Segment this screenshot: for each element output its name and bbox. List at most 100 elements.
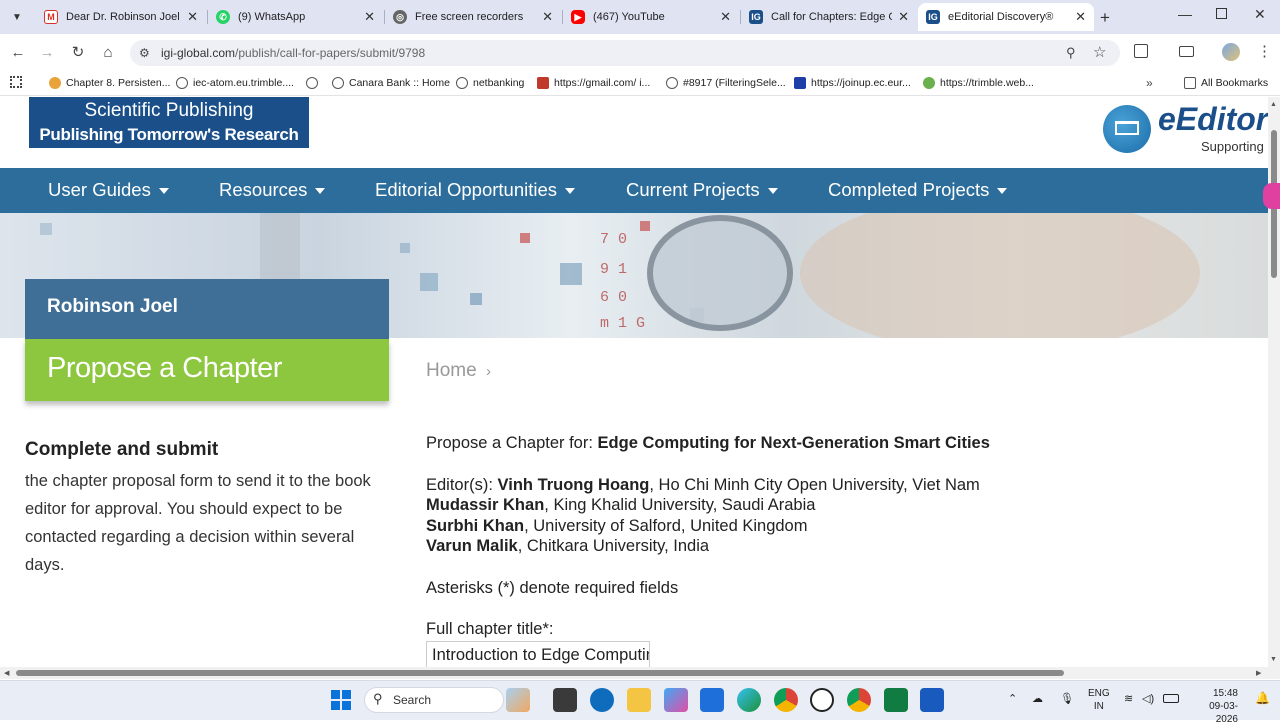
- clock[interactable]: 15:48 09-03-2026: [1192, 687, 1238, 726]
- bookmark-item[interactable]: https://joinup.ec.eur...: [794, 77, 911, 89]
- zoom-icon[interactable]: ⚲: [1066, 45, 1076, 61]
- chrome-profile-icon[interactable]: [847, 688, 871, 712]
- scroll-left-arrow-icon[interactable]: ◀: [4, 669, 9, 677]
- apps-grid-icon[interactable]: [10, 76, 22, 88]
- cast-icon[interactable]: [1179, 46, 1194, 57]
- dell-icon[interactable]: [810, 688, 834, 712]
- notification-bell-icon[interactable]: 🔔: [1255, 691, 1270, 705]
- chevron-up-icon[interactable]: ⌃: [1008, 692, 1017, 705]
- file-manager-icon[interactable]: [553, 688, 577, 712]
- scroll-up-arrow-icon[interactable]: ▲: [1270, 101, 1277, 108]
- bookmark-item[interactable]: Canara Bank :: Home: [332, 77, 450, 89]
- battery-icon[interactable]: [1163, 694, 1179, 703]
- home-button[interactable]: ⌂: [96, 40, 120, 64]
- close-icon[interactable]: ✕: [898, 9, 909, 25]
- scroll-down-arrow-icon[interactable]: ▼: [1270, 656, 1277, 663]
- all-bookmarks-button[interactable]: All Bookmarks: [1184, 77, 1268, 89]
- chrome-icon[interactable]: [774, 688, 798, 712]
- profile-avatar[interactable]: [1222, 43, 1240, 61]
- outlook-icon[interactable]: [590, 688, 614, 712]
- bookmark-item[interactable]: iec-atom.eu.trimble....: [176, 77, 294, 89]
- horizontal-scroll-thumb[interactable]: [16, 670, 1064, 676]
- word-icon[interactable]: [920, 688, 944, 712]
- microphone-icon[interactable]: 🎙: [1060, 692, 1074, 705]
- back-button[interactable]: ←: [6, 40, 30, 64]
- tab-search-button[interactable]: ▼: [8, 8, 26, 26]
- breadcrumb-home-link[interactable]: Home: [426, 360, 477, 381]
- globe-icon: [306, 77, 318, 89]
- chapter-title-input[interactable]: Introduction to Edge Computing: [426, 641, 650, 667]
- taskbar-search[interactable]: ⚲ Search: [364, 687, 504, 713]
- propose-chapter-heading: Propose a Chapter: [25, 339, 389, 401]
- store-icon[interactable]: [700, 688, 724, 712]
- tab-call-for-chapters[interactable]: IG Call for Chapters: Edge Co ✕: [741, 3, 917, 31]
- close-icon[interactable]: ✕: [1075, 9, 1086, 25]
- menu-icon[interactable]: ⋮: [1257, 42, 1272, 60]
- excel-icon[interactable]: [884, 688, 908, 712]
- edge-icon[interactable]: [737, 688, 761, 712]
- url-host: igi-global.com: [161, 46, 236, 60]
- editor-line: Editor(s): Vinh Truong Hoang, Ho Chi Min…: [426, 475, 990, 496]
- bookmark-item[interactable]: [306, 77, 323, 89]
- system-tray: ⌃ ☁ 🎙 ENG IN ≋ ◁) 15:48 09-03-2026 🔔: [1008, 680, 1280, 725]
- clock-date: 09-03-2026: [1209, 701, 1238, 725]
- editor-affiliation: , King Khalid University, Saudi Arabia: [544, 496, 816, 514]
- volume-icon[interactable]: ◁): [1142, 692, 1154, 705]
- tab-screen-recorders[interactable]: ◎ Free screen recorders ✕: [385, 3, 561, 31]
- asterisks-note: Asterisks (*) denote required fields: [426, 578, 679, 597]
- book-icon: [1115, 121, 1139, 135]
- web-page: Scientific Publishing Publishing Tomorro…: [0, 97, 1268, 667]
- new-tab-button[interactable]: +: [1100, 8, 1110, 28]
- bookmark-item[interactable]: #8917 (FilteringSele...: [666, 77, 786, 89]
- forward-button[interactable]: →: [35, 40, 59, 64]
- globe-icon: [176, 77, 188, 89]
- svg-text:6 0: 6 0: [600, 289, 627, 306]
- more-bookmarks-chevron-icon[interactable]: »: [1146, 76, 1153, 90]
- tab-gmail[interactable]: M Dear Dr. Robinson Joel Ma ✕: [36, 3, 206, 31]
- wifi-icon[interactable]: ≋: [1124, 692, 1133, 705]
- close-icon[interactable]: ✕: [364, 9, 375, 25]
- globe-icon: [666, 77, 678, 89]
- tab-whatsapp[interactable]: ✆ (9) WhatsApp ✕: [208, 3, 383, 31]
- site-info-icon[interactable]: ⚙: [139, 46, 150, 60]
- cloud-icon[interactable]: ☁: [1032, 692, 1043, 705]
- search-highlight-icon[interactable]: [506, 688, 530, 712]
- caret-down-icon: [565, 188, 576, 195]
- copilot-icon[interactable]: [664, 688, 688, 712]
- close-icon[interactable]: ✕: [720, 9, 731, 25]
- close-icon[interactable]: ✕: [187, 9, 198, 25]
- nav-editorial-opportunities[interactable]: Editorial Opportunities: [375, 179, 576, 201]
- nav-completed-projects[interactable]: Completed Projects: [828, 179, 1008, 201]
- scroll-right-arrow-icon[interactable]: ▶: [1256, 669, 1261, 677]
- nav-resources[interactable]: Resources: [219, 179, 326, 201]
- bookmark-star-icon[interactable]: ☆: [1093, 43, 1106, 61]
- nav-user-guides[interactable]: User Guides: [48, 179, 169, 201]
- breadcrumb: Home ›: [426, 360, 491, 382]
- close-icon[interactable]: ✕: [542, 9, 553, 25]
- tab-title: eEditorial Discovery®: [948, 11, 1054, 23]
- bookmark-item[interactable]: https://trimble.web...: [923, 77, 1034, 89]
- reload-button[interactable]: ↻: [66, 40, 90, 64]
- close-window-button[interactable]: ✕: [1254, 6, 1266, 23]
- windows-start-icon[interactable]: [331, 690, 351, 710]
- tab-youtube[interactable]: ▶ (467) YouTube ✕: [563, 3, 739, 31]
- nav-label: User Guides: [48, 179, 151, 200]
- bookmark-item[interactable]: netbanking: [456, 77, 524, 89]
- editor-line: Varun Malik, Chitkara University, India: [426, 536, 990, 557]
- restore-button[interactable]: [1216, 8, 1227, 19]
- nav-current-projects[interactable]: Current Projects: [626, 179, 778, 201]
- tab-eeditorial[interactable]: IG eEditorial Discovery® ✕: [918, 3, 1094, 31]
- bookmark-label: Canara Bank :: Home: [349, 77, 450, 89]
- editor-name: Surbhi Khan: [426, 516, 525, 535]
- bookmark-item[interactable]: https://gmail.com/ i...: [537, 77, 650, 89]
- tab-title: Call for Chapters: Edge Co: [771, 11, 893, 23]
- folder-icon[interactable]: [627, 688, 651, 712]
- tab-title: Free screen recorders: [415, 11, 524, 23]
- eeditor-logo[interactable]: eEditor Supporting: [1103, 101, 1268, 154]
- bookmark-item[interactable]: Chapter 8. Persisten...: [49, 77, 170, 89]
- minimize-button[interactable]: —: [1178, 6, 1192, 22]
- extensions-icon[interactable]: [1134, 44, 1148, 58]
- igi-logo[interactable]: Scientific Publishing Publishing Tomorro…: [29, 97, 309, 166]
- url-text[interactable]: igi-global.com/publish/call-for-papers/s…: [161, 46, 425, 60]
- language-indicator[interactable]: ENG IN: [1088, 687, 1110, 713]
